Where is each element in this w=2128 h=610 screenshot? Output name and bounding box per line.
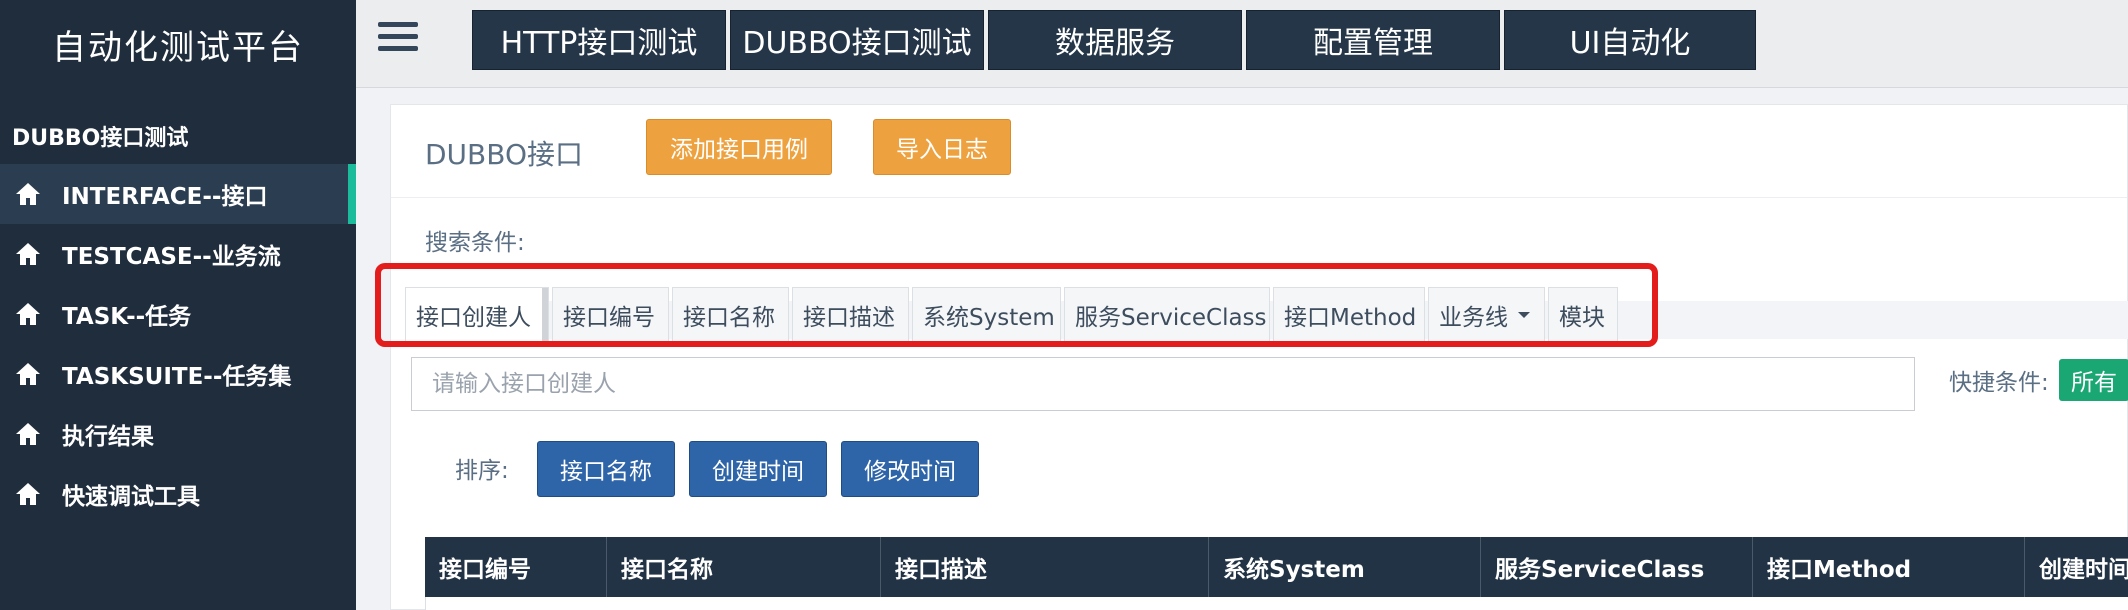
nav-dubbo-test[interactable]: DUBBO接口测试 (730, 10, 984, 70)
nav-data-service[interactable]: 数据服务 (988, 10, 1242, 70)
page-title: DUBBO接口 (425, 138, 584, 171)
sidebar-item-results[interactable]: 执行结果 (0, 404, 356, 464)
app-title: 自动化测试平台 (52, 27, 304, 68)
quick-filter-label: 快捷条件: (1949, 370, 2049, 396)
column-header[interactable]: 创建时间 (2025, 537, 2128, 597)
hamburger-icon[interactable] (378, 22, 418, 58)
search-conditions-label: 搜索条件: (425, 230, 525, 256)
sidebar-item-interface[interactable]: INTERFACE--接口 (0, 164, 356, 224)
tab-system[interactable]: 系统System (912, 287, 1061, 343)
home-icon (16, 363, 40, 385)
sidebar-item-label: TASKSUITE--任务集 (62, 364, 292, 390)
table-header: 接口编号 接口名称 接口描述 系统System 服务ServiceClass 接… (425, 537, 2128, 597)
top-nav: HTTP接口测试 DUBBO接口测试 数据服务 配置管理 UI自动化 (472, 10, 1756, 70)
sidebar-menu: INTERFACE--接口 TESTCASE--业务流 TASK--任务 TAS… (0, 164, 356, 524)
home-icon (16, 423, 40, 445)
sidebar-section-title: DUBBO接口测试 (12, 126, 189, 151)
home-icon (16, 303, 40, 325)
add-interface-case-button[interactable]: 添加接口用例 (646, 119, 832, 175)
sidebar-item-label: TASK--任务 (62, 304, 192, 330)
import-log-button[interactable]: 导入日志 (873, 119, 1011, 175)
sort-by-modified-button[interactable]: 修改时间 (841, 441, 979, 497)
sidebar-item-label: TESTCASE--业务流 (62, 244, 281, 270)
sidebar: 自动化测试平台 DUBBO接口测试 INTERFACE--接口 TESTCASE… (0, 0, 356, 610)
sidebar-item-testcase[interactable]: TESTCASE--业务流 (0, 224, 356, 284)
sort-label: 排序: (455, 458, 509, 484)
tab-interface-desc[interactable]: 接口描述 (792, 287, 909, 343)
nav-http-test[interactable]: HTTP接口测试 (472, 10, 726, 70)
home-icon (16, 483, 40, 505)
sidebar-item-task[interactable]: TASK--任务 (0, 284, 356, 344)
divider (391, 197, 2127, 198)
search-input[interactable] (411, 357, 1915, 411)
column-header[interactable]: 接口编号 (425, 537, 607, 597)
sidebar-item-debug-tool[interactable]: 快速调试工具 (0, 464, 356, 524)
tab-business-line-label: 业务线 (1439, 305, 1508, 331)
column-header[interactable]: 系统System (1209, 537, 1481, 597)
column-header[interactable]: 接口名称 (607, 537, 881, 597)
tab-method[interactable]: 接口Method (1273, 287, 1425, 343)
table-row (425, 597, 2128, 610)
nav-ui-automation[interactable]: UI自动化 (1504, 10, 1756, 70)
nav-config[interactable]: 配置管理 (1246, 10, 1500, 70)
tab-interface-name[interactable]: 接口名称 (672, 287, 789, 343)
search-tabs: 接口创建人 接口编号 接口名称 接口描述 系统System 服务ServiceC… (405, 287, 1621, 343)
column-header[interactable]: 接口描述 (881, 537, 1209, 597)
sidebar-item-label: 快速调试工具 (62, 484, 200, 510)
tab-module[interactable]: 模块 (1548, 287, 1618, 343)
sort-by-name-button[interactable]: 接口名称 (537, 441, 675, 497)
tab-interface-id[interactable]: 接口编号 (552, 287, 669, 343)
sidebar-item-label: INTERFACE--接口 (62, 184, 268, 210)
column-header[interactable]: 服务ServiceClass (1481, 537, 1753, 597)
tab-creator[interactable]: 接口创建人 (405, 287, 549, 343)
caret-down-icon (1518, 312, 1530, 318)
quick-filter-all[interactable]: 所有 (2059, 359, 2128, 401)
home-icon (16, 243, 40, 265)
sidebar-item-label: 执行结果 (62, 424, 154, 450)
tab-service-class[interactable]: 服务ServiceClass (1064, 287, 1270, 343)
top-bar: HTTP接口测试 DUBBO接口测试 数据服务 配置管理 UI自动化 (356, 0, 2128, 88)
main-panel: DUBBO接口 添加接口用例 导入日志 搜索条件: 接口创建人 接口编号 接口名… (390, 104, 2128, 610)
column-header[interactable]: 接口Method (1753, 537, 2025, 597)
sidebar-item-tasksuite[interactable]: TASKSUITE--任务集 (0, 344, 356, 404)
home-icon (16, 183, 40, 205)
sort-by-created-button[interactable]: 创建时间 (689, 441, 827, 497)
tab-business-line[interactable]: 业务线 (1428, 287, 1545, 343)
